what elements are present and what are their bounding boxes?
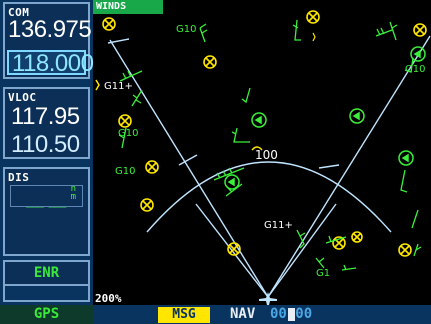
airport-icon[interactable] [351,231,363,243]
station-label: G1 [316,268,330,279]
station-label: G10 [176,24,196,35]
distance-window: DIS ___ ___ nm [3,167,90,256]
airport-icon[interactable] [413,23,427,37]
navaid-icon[interactable] [349,108,365,124]
page-indicator-cursor [288,308,295,321]
airport-icon[interactable] [102,17,116,31]
nav-page-label: NAV [230,306,256,322]
com-window[interactable]: COM 136.975 118.000 [3,2,94,79]
right-mid-tick [318,164,340,169]
station-label: G10 [115,166,135,177]
station-label: G10 [405,64,425,75]
distance-unit: nm [70,185,76,202]
navaid-icon[interactable] [224,174,240,190]
distance-label: DIS [8,171,30,184]
msg-button[interactable]: MSG [158,307,210,323]
arc-tick-right [267,203,337,298]
com-standby-frequency: 118.000 [12,50,94,77]
status-bar: GPS MSG NAV 00 00 [0,305,431,324]
vloc-active-frequency: 117.95 [11,103,80,130]
map-edge-marker-icon [95,79,100,91]
airport-icon[interactable] [306,10,320,24]
mfd-screen: COM 136.975 118.000 VLOC 117.95 110.50 D… [0,0,431,324]
distance-unit-bottom: m [70,192,76,202]
com-standby-field[interactable]: 118.000 [7,50,94,76]
station-label: G11+ [104,81,133,92]
moving-map[interactable]: 100 G10 G11+ G10 G10 G11+ G10 G1 [93,0,431,305]
aircraft-icon [259,292,277,305]
airport-icon[interactable] [145,160,159,174]
navaid-icon[interactable] [398,150,414,166]
right-range-line [267,35,431,298]
blank-window [3,286,90,302]
map-edge-marker-icon [312,32,316,42]
vloc-window[interactable]: VLOC 117.95 110.50 [3,87,90,159]
distance-field: ___ ___ nm [10,185,83,208]
navaid-icon[interactable] [251,112,267,128]
flight-phase-window: ENR [3,260,90,286]
distance-value: ___ ___ [26,195,66,208]
gps-mode-label: GPS [0,305,93,324]
airport-icon[interactable] [140,198,154,212]
station-label: G10 [118,128,138,139]
winds-overlay-tag: WINDS [93,0,163,14]
range-ring [107,35,431,298]
com-active-frequency: 136.975 [8,16,92,43]
vloc-standby-frequency: 110.50 [11,131,80,158]
flight-phase-label: ENR [33,265,60,281]
range-arc-label: 100 [255,148,278,162]
left-data-panel: COM 136.975 118.000 VLOC 117.95 110.50 D… [0,0,94,305]
wind-barbs [118,19,422,271]
station-label: G11+ [264,220,293,231]
airport-icon[interactable] [118,114,132,128]
airport-icon[interactable] [203,55,217,69]
airport-icon[interactable] [398,243,412,257]
map-range-label: 200% [95,292,122,305]
